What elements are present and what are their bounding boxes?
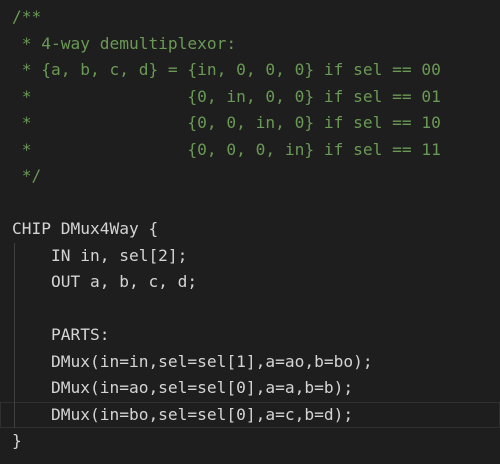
code-line-12[interactable] xyxy=(0,295,500,322)
comment-text: */ xyxy=(12,166,42,185)
comment-text: * {0, 0, in, 0} if sel == 10 xyxy=(12,113,441,132)
code-line-5[interactable]: * {0, 0, in, 0} if sel == 10 xyxy=(0,110,500,137)
code-text: DMux(in=in,sel=sel[1],a=ao,b=bo); xyxy=(12,351,373,371)
code-line-13[interactable]: PARTS: xyxy=(0,322,500,349)
code-line-2[interactable]: * 4-way demultiplexor: xyxy=(0,31,500,58)
code-line-16-current[interactable]: DMux(in=bo,sel=sel[0],a=c,b=d); xyxy=(0,401,500,428)
comment-text: * {a, b, c, d} = {in, 0, 0, 0} if sel ==… xyxy=(12,60,441,79)
code-text: DMux(in=bo,sel=sel[0],a=c,b=d); xyxy=(12,404,354,424)
code-line-10[interactable]: IN in, sel[2]; xyxy=(0,242,500,269)
code-line-3[interactable]: * {a, b, c, d} = {in, 0, 0, 0} if sel ==… xyxy=(0,57,500,84)
code-line-11[interactable]: OUT a, b, c, d; xyxy=(0,269,500,296)
code-text: PARTS: xyxy=(12,325,110,344)
code-line-1[interactable]: /** xyxy=(0,4,500,31)
code-line-17[interactable]: } xyxy=(0,428,500,455)
code-line-4[interactable]: * {0, in, 0, 0} if sel == 01 xyxy=(0,84,500,111)
code-text: } xyxy=(12,431,22,450)
indent-guide xyxy=(14,295,15,322)
code-line-8[interactable] xyxy=(0,190,500,217)
code-text: IN in, sel[2]; xyxy=(12,245,188,265)
code-editor[interactable]: /** * 4-way demultiplexor: * {a, b, c, d… xyxy=(0,0,500,464)
code-line-7[interactable]: */ xyxy=(0,163,500,190)
comment-text: * {0, in, 0, 0} if sel == 01 xyxy=(12,86,441,106)
code-line-9[interactable]: CHIP DMux4Way { xyxy=(0,216,500,243)
code-line-6[interactable]: * {0, 0, 0, in} if sel == 11 xyxy=(0,137,500,164)
comment-text: * 4-way demultiplexor: xyxy=(12,33,237,53)
code-line-15[interactable]: DMux(in=ao,sel=sel[0],a=a,b=b); xyxy=(0,375,500,402)
code-line-14[interactable]: DMux(in=in,sel=sel[1],a=ao,b=bo); xyxy=(0,348,500,375)
code-text: OUT a, b, c, d; xyxy=(12,272,198,291)
comment-text: /** xyxy=(12,7,42,26)
code-text: CHIP DMux4Way { xyxy=(12,219,159,238)
comment-text: * {0, 0, 0, in} if sel == 11 xyxy=(12,139,441,159)
code-text: DMux(in=ao,sel=sel[0],a=a,b=b); xyxy=(12,378,354,397)
